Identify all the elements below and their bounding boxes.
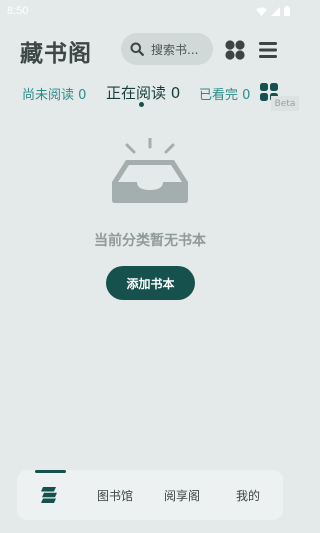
reading-status-tabs: 尚未阅读 0 正在阅读 0 已看完 0 — [0, 80, 300, 108]
search-icon — [130, 42, 144, 56]
status-bar: 8:50 — [0, 0, 300, 22]
status-icons — [256, 6, 290, 16]
status-time: 8:50 — [7, 5, 29, 17]
nav-item-reading-pavilion[interactable]: 阅享阁 — [164, 487, 200, 504]
empty-state-message: 当前分类暂无书本 — [94, 233, 206, 249]
tab-unread[interactable]: 尚未阅读 0 — [22, 84, 86, 103]
active-tab-indicator — [139, 102, 144, 107]
nav-item-library[interactable]: 图书馆 — [97, 487, 133, 504]
apps-icon[interactable] — [224, 39, 246, 61]
beta-badge: Beta — [271, 96, 299, 111]
search-input[interactable]: 搜索书... — [121, 33, 213, 65]
app-title: 藏书阁 — [20, 41, 92, 67]
battery-icon — [284, 6, 290, 16]
bottom-navigation: 图书馆 阅享阁 我的 — [17, 470, 283, 520]
wifi-icon — [256, 7, 267, 16]
tab-finished[interactable]: 已看完 0 — [199, 84, 250, 103]
menu-icon[interactable] — [258, 40, 278, 60]
add-book-button[interactable]: 添加书本 — [106, 266, 195, 300]
empty-inbox-icon — [112, 138, 188, 203]
search-placeholder: 搜索书... — [151, 42, 199, 57]
signal-icon — [271, 6, 280, 16]
nav-active-indicator — [35, 470, 66, 473]
tab-reading[interactable]: 正在阅读 0 — [106, 82, 180, 103]
nav-item-mine[interactable]: 我的 — [236, 487, 260, 504]
bookshelf-icon[interactable] — [40, 486, 58, 504]
app-header: 藏书阁 搜索书... — [0, 28, 300, 72]
